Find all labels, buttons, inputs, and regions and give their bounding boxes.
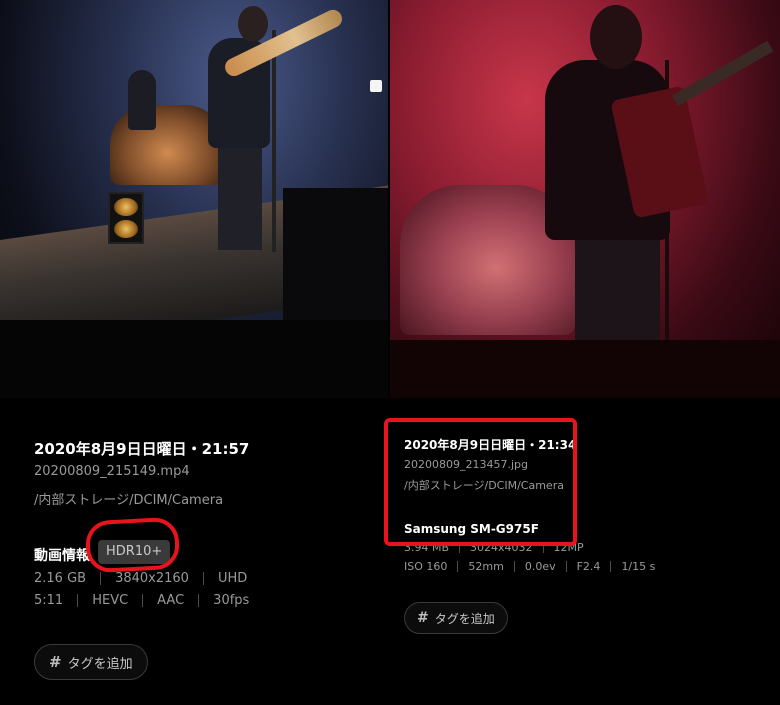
annotation-box-info xyxy=(384,418,577,546)
guitarist-legs xyxy=(218,145,262,250)
annotation-circle-hdr xyxy=(84,516,181,574)
codec-row: 5:11 HEVC AAC 30fps xyxy=(34,593,249,608)
hash-icon: # xyxy=(417,610,429,626)
separator xyxy=(202,572,204,585)
audio-codec: AAC xyxy=(157,593,185,608)
separator xyxy=(100,572,102,585)
add-tag-label: タグを追加 xyxy=(434,611,495,626)
separator xyxy=(565,561,567,572)
separator xyxy=(610,561,612,572)
guitarist-head xyxy=(238,6,268,42)
hash-icon: # xyxy=(49,653,62,671)
drummer xyxy=(128,70,156,130)
exposure-value: 0.0ev xyxy=(524,560,556,573)
separator xyxy=(142,594,144,607)
duration: 5:11 xyxy=(34,593,64,608)
file-name: 20200809_215149.mp4 xyxy=(34,464,190,479)
resolution-class: UHD xyxy=(217,571,248,586)
capture-date: 2020年8月9日日曜日・21:57 xyxy=(34,440,250,458)
frame-rate: 30fps xyxy=(213,593,250,608)
stage-light xyxy=(370,80,382,92)
file-specs-row: 2.16 GB 3840x2160 UHD xyxy=(34,571,247,586)
photo-thumbnail[interactable] xyxy=(390,0,780,398)
video-codec: HEVC xyxy=(92,593,129,608)
file-size: 2.16 GB xyxy=(34,571,87,586)
add-tag-button[interactable]: # タグを追加 xyxy=(34,644,148,680)
stage-front xyxy=(0,320,388,398)
separator xyxy=(77,594,79,607)
shutter-speed: 1/15 s xyxy=(621,560,656,573)
file-path: /内部ストレージ/DCIM/Camera xyxy=(34,493,224,508)
video-thumbnail[interactable] xyxy=(0,0,388,398)
add-tag-label: タグを追加 xyxy=(67,656,133,672)
video-detail-panel: 2020年8月9日日曜日・21:57 20200809_215149.mp4 /… xyxy=(0,0,388,705)
iso: ISO 160 xyxy=(404,560,448,573)
separator xyxy=(457,561,459,572)
photo-detail-panel xyxy=(390,0,780,705)
guitar-neck xyxy=(672,40,774,107)
add-tag-button[interactable]: # タグを追加 xyxy=(404,602,508,634)
guitarist-head xyxy=(590,5,642,69)
aperture: F2.4 xyxy=(576,560,601,573)
stage-floor xyxy=(390,340,780,398)
exposure-row: ISO 160 52mm 0.0ev F2.4 1/15 s xyxy=(404,560,655,573)
separator xyxy=(198,594,200,607)
resolution: 3840x2160 xyxy=(115,571,189,586)
separator xyxy=(513,561,515,572)
video-info-heading: 動画情報 xyxy=(34,548,90,564)
focal-length: 52mm xyxy=(468,560,504,573)
stage-speaker xyxy=(108,192,144,244)
mic-stand xyxy=(272,30,276,252)
